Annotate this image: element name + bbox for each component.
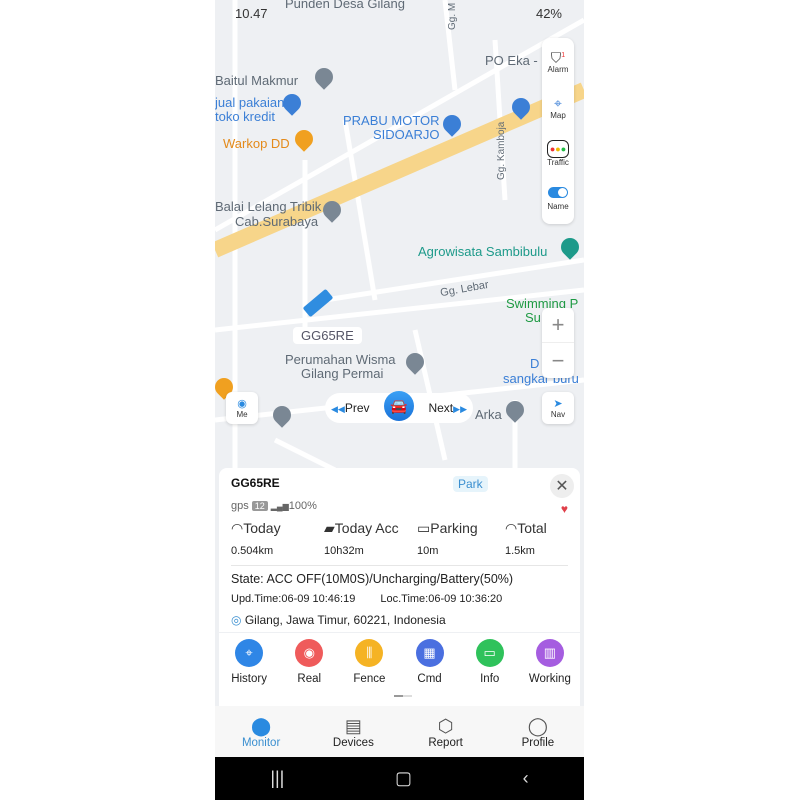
device-state: State: ACC OFF(10M0S)/Uncharging/Battery… — [231, 572, 514, 586]
tab-monitor[interactable]: ⬤ Monitor — [215, 706, 307, 757]
zoom-in-button[interactable]: + — [542, 308, 574, 343]
parking-car-icon: ▭ — [417, 520, 431, 536]
fence-button[interactable]: ⫼ Fence — [341, 639, 397, 706]
next-button[interactable]: Next▶▶ — [428, 401, 467, 415]
device-name: GG65RE — [231, 476, 280, 490]
location-time: Loc.Time:06-09 10:36:20 — [380, 593, 503, 605]
map-label: Su — [525, 310, 541, 325]
car-icon: 🚘 — [390, 397, 408, 414]
map-label: SIDOARJO — [373, 127, 440, 142]
action-bar: ⌖ History ◉ Real ⫼ Fence ▦ Cmd ▭ Info ▥ Workin… — [219, 633, 580, 706]
location-pin-icon: ◎ — [231, 613, 242, 627]
traffic-icon: ●●● — [546, 139, 570, 158]
working-button[interactable]: ▥ Working — [522, 639, 578, 706]
odometer-icon: ◠ — [505, 520, 518, 536]
phone-screen: Punden Desa Gilang Baitul Makmur jual pa… — [215, 0, 584, 800]
name-toggle[interactable]: Name — [542, 176, 574, 222]
fence-icon: ⫼ — [355, 639, 384, 667]
map-side-controls: ⛉1 Alarm ⌖ Map ●●● Traffic Name — [542, 38, 574, 224]
stat-value: 10h32m — [324, 545, 364, 557]
vehicle-label: GG65RE — [293, 327, 362, 344]
tab-profile[interactable]: ◯ Profile — [492, 706, 584, 757]
toggle-icon — [548, 187, 568, 198]
map-label: PO Eka - — [485, 53, 538, 68]
status-time: 10.47 — [235, 6, 268, 21]
map-label: D — [530, 356, 540, 371]
back-icon[interactable]: ‹ — [523, 768, 529, 789]
satellite-count: 12 — [251, 501, 268, 511]
map-view[interactable]: Punden Desa Gilang Baitul Makmur jual pa… — [215, 0, 584, 470]
address: ◎ Gilang, Jawa Timur, 60221, Indonesia — [231, 613, 446, 627]
zoom-out-button[interactable]: − — [542, 343, 574, 378]
status-battery: 42% — [535, 6, 562, 21]
map-label: Warkop DD — [223, 136, 290, 151]
map-pin-icon: ◉ — [295, 639, 324, 667]
stat-value: 0.504km — [231, 545, 274, 557]
map-type-button[interactable]: ⌖ Map — [542, 84, 574, 130]
system-nav-bar: ||| ▢ ‹ — [215, 757, 584, 800]
report-chart-icon: ⬡ — [437, 715, 454, 736]
traffic-button[interactable]: ●●● Traffic — [542, 130, 574, 176]
chart-icon: ▥ — [535, 639, 564, 667]
map-label: PRABU MOTOR — [343, 113, 440, 128]
gps-info: gps 12 ▂▄▆ 100% — [231, 500, 317, 512]
map-label: Arka — [475, 407, 502, 422]
info-button[interactable]: ▭ Info — [462, 639, 518, 706]
tab-report[interactable]: ⬡ Report — [400, 706, 492, 757]
stat-label: Today — [243, 520, 281, 536]
recent-apps-icon[interactable]: ||| — [270, 768, 284, 789]
alarm-button[interactable]: ⛉1 Alarm — [542, 38, 574, 84]
real-button[interactable]: ◉ Real — [281, 639, 337, 706]
map-icon: ⌖ — [554, 94, 562, 111]
signal-icon: ▂▄▆ — [270, 501, 289, 511]
history-button[interactable]: ⌖ History — [221, 639, 277, 706]
map-label: Balai Lelang Tribik — [215, 199, 322, 214]
double-chevron-left-icon: ◀◀ — [331, 404, 345, 414]
stat-label: Total — [517, 520, 547, 536]
route-icon: ⌖ — [235, 639, 264, 667]
prev-button[interactable]: ◀◀Prev — [331, 401, 370, 415]
grid-icon: ▦ — [415, 639, 444, 667]
favorite-heart-icon[interactable]: ♥ — [561, 502, 568, 516]
close-button[interactable]: ✕ — [550, 474, 574, 498]
location-pin-icon: ⬤ — [251, 715, 272, 736]
map-label: Cab.Surabaya — [235, 214, 319, 229]
update-time: Upd.Time:06-09 10:46:19 — [231, 593, 356, 605]
map-label: Agrowisata Sambibulu — [418, 244, 548, 259]
close-icon: ✕ — [555, 478, 569, 495]
page-indicator — [394, 695, 412, 697]
my-location-button[interactable]: ◉ Me — [226, 392, 258, 424]
user-icon: ◯ — [527, 715, 548, 736]
map-label: Gg. Kamboja — [496, 121, 507, 180]
zoom-controls: + − — [542, 308, 574, 378]
truck-icon: ▰ — [324, 520, 335, 536]
message-icon: ▭ — [475, 639, 504, 667]
bottom-tab-bar: ⬤ Monitor ▤ Devices ⬡ Report ◯ Profile — [215, 706, 584, 757]
stat-value: 10m — [417, 545, 439, 557]
tab-devices[interactable]: ▤ Devices — [307, 706, 399, 757]
map-label: Gg. M — [447, 2, 458, 30]
map-label: Baitul Makmur — [215, 73, 299, 88]
map-label: Perumahan Wisma — [285, 352, 396, 367]
center-vehicle-button[interactable]: 🚘 — [384, 391, 414, 421]
stats-grid: ◠Today ▰Today Acc ▭Parking ◠Total 0.504k… — [231, 520, 568, 557]
locate-icon: ◉ — [237, 398, 247, 410]
map-label: Punden Desa Gilang — [285, 0, 405, 11]
map-label: jual pakaian — [215, 95, 285, 110]
device-info-card: GG65RE Park ✕ gps 12 ▂▄▆ 100% ♥ ◠Today ▰Tod… — [219, 468, 580, 632]
clipboard-icon: ▤ — [344, 715, 362, 736]
map-label: Gilang Permai — [301, 366, 384, 381]
stat-label: Parking — [430, 520, 478, 536]
map-label: toko kredit — [215, 109, 275, 124]
shield-alert-icon: ⛉1 — [550, 49, 566, 66]
speedometer-icon: ◠ — [231, 520, 244, 536]
stat-label: Today Acc — [334, 520, 399, 536]
divider — [231, 565, 568, 566]
status-badge: Park — [453, 476, 488, 492]
navigation-arrow-icon: ➤ — [553, 398, 563, 410]
navigate-button[interactable]: ➤ Nav — [542, 392, 574, 424]
home-icon[interactable]: ▢ — [395, 768, 412, 789]
stat-value: 1.5km — [505, 545, 535, 557]
double-chevron-right-icon: ▶▶ — [453, 404, 467, 414]
